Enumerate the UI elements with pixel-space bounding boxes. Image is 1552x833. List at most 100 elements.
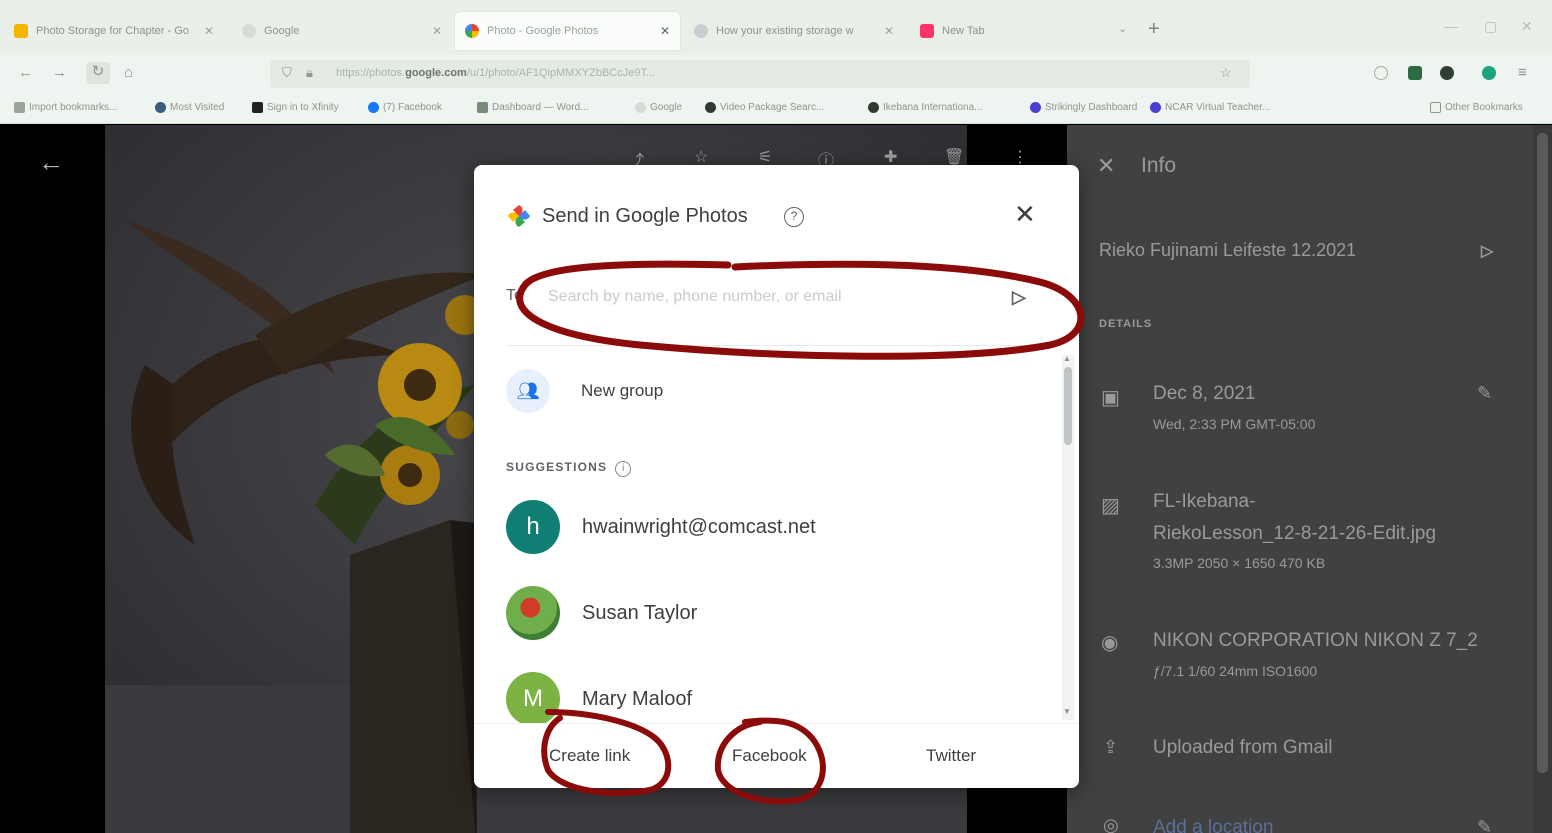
menu-icon[interactable]: ≡ bbox=[1518, 64, 1527, 81]
edit-location-icon[interactable]: ✎ bbox=[1477, 817, 1492, 833]
bookmark-item[interactable]: NCAR Virtual Teacher... bbox=[1150, 102, 1270, 113]
info-scrollbar[interactable] bbox=[1533, 125, 1552, 833]
dialog-scrollbar-thumb[interactable] bbox=[1064, 367, 1072, 445]
new-group-item[interactable]: 👥︎ New group bbox=[506, 369, 663, 413]
import-icon bbox=[14, 102, 25, 113]
back-arrow-icon[interactable]: ← bbox=[38, 147, 64, 178]
more-options-icon[interactable]: ⋮ bbox=[1012, 147, 1028, 167]
url-text: https://photos.google.com/u/1/photo/AF1Q… bbox=[336, 67, 656, 79]
details-label: DETAILS bbox=[1099, 318, 1153, 330]
google-photos-icon bbox=[465, 24, 479, 38]
extension-icon[interactable] bbox=[1482, 66, 1496, 80]
close-tab-icon[interactable]: ✕ bbox=[652, 24, 670, 38]
maximize-icon[interactable]: ▢ bbox=[1484, 18, 1497, 35]
contacts-icon[interactable]: ▷ bbox=[1481, 241, 1493, 261]
favorite-icon[interactable]: ☆ bbox=[694, 147, 708, 167]
info-title: Info bbox=[1141, 154, 1177, 177]
bookmark-item[interactable]: Dashboard — Word... bbox=[477, 102, 589, 113]
close-tab-icon[interactable]: ✕ bbox=[196, 24, 214, 38]
suggestions-heading: SUGGESTIONS i bbox=[506, 460, 632, 477]
address-bar[interactable]: ⛉ 🔒︎ https://photos.google.com/u/1/photo… bbox=[270, 60, 1250, 88]
google-icon bbox=[242, 24, 256, 38]
new-tab-button[interactable]: + bbox=[1148, 18, 1160, 41]
delete-icon[interactable]: 🗑︎ bbox=[944, 147, 964, 167]
bookmark-item[interactable]: Ikebana Internationa... bbox=[868, 102, 983, 113]
scroll-down-icon[interactable]: ▼ bbox=[1063, 707, 1071, 716]
edit-pencil-icon[interactable]: ✎ bbox=[1477, 383, 1492, 404]
bookmark-item[interactable]: Most Visited bbox=[155, 102, 224, 113]
bookmark-item[interactable]: Video Package Searc... bbox=[705, 102, 824, 113]
photo-date: Dec 8, 2021 bbox=[1153, 383, 1256, 404]
camera-aperture-icon: ◉ bbox=[1101, 632, 1119, 654]
dashboard-icon bbox=[477, 102, 488, 113]
lock-icon: 🔒︎ bbox=[306, 65, 313, 80]
forward-icon[interactable]: → bbox=[52, 64, 67, 81]
contacts-picker-icon[interactable]: ▷ bbox=[1012, 287, 1026, 308]
calendar-icon: ▣ bbox=[1101, 387, 1120, 409]
bookmark-item[interactable]: Import bookmarks... bbox=[14, 102, 117, 113]
browser-tab[interactable]: Photo Storage for Chapter - Go ✕ bbox=[4, 12, 224, 50]
browser-tab[interactable]: How your existing storage w ✕ bbox=[684, 12, 904, 50]
avatar: h bbox=[506, 500, 560, 554]
browser-tab-active[interactable]: Photo - Google Photos ✕ bbox=[455, 12, 680, 50]
camera-model: NIKON CORPORATION NIKON Z 7_2 bbox=[1153, 630, 1478, 651]
browser-tab[interactable]: New Tab bbox=[910, 12, 1110, 50]
new-tab-icon bbox=[920, 24, 934, 38]
create-link-button[interactable]: Create link bbox=[549, 746, 630, 766]
camera-meta: ƒ/7.1 1/60 24mm ISO1600 bbox=[1153, 663, 1318, 679]
bookmark-item[interactable]: (7) Facebook bbox=[368, 102, 442, 113]
bookmark-item[interactable]: Strikingly Dashboard bbox=[1030, 102, 1137, 113]
photo-description[interactable]: Rieko Fujinami Leifeste 12.2021 bbox=[1099, 240, 1356, 261]
add-group-icon: 👥︎ bbox=[506, 369, 550, 413]
facebook-share-button[interactable]: Facebook bbox=[732, 746, 807, 766]
bookmark-item[interactable]: Sign in to Xfinity bbox=[252, 102, 339, 113]
google-icon bbox=[694, 24, 708, 38]
dialog-scrollbar[interactable]: ▲ ▼ bbox=[1062, 354, 1074, 720]
info-icon[interactable]: i bbox=[615, 461, 632, 477]
zoom-icon[interactable]: ✚ bbox=[884, 147, 897, 167]
info-scrollbar-thumb[interactable] bbox=[1537, 133, 1548, 773]
home-icon[interactable]: ⌂ bbox=[124, 64, 133, 81]
close-tab-icon[interactable]: ✕ bbox=[876, 24, 894, 38]
bookmark-item[interactable]: Google bbox=[635, 102, 682, 113]
bookmark-star-icon[interactable]: ☆ bbox=[1220, 65, 1232, 81]
pocket-icon[interactable] bbox=[1374, 66, 1388, 80]
close-window-icon[interactable]: ✕ bbox=[1521, 18, 1533, 35]
sunflower bbox=[378, 343, 462, 427]
globe-icon bbox=[705, 102, 716, 113]
contact-item[interactable]: Susan Taylor bbox=[506, 586, 697, 640]
close-dialog-icon[interactable]: ✕ bbox=[1014, 201, 1036, 227]
slides-icon bbox=[14, 24, 28, 38]
recipient-search-input[interactable] bbox=[548, 281, 968, 313]
help-icon[interactable]: ? bbox=[784, 207, 804, 227]
contact-item[interactable]: h hwainwright@comcast.net bbox=[506, 500, 816, 554]
ncar-icon bbox=[1150, 102, 1161, 113]
send-dialog: Send in Google Photos ? ✕ To ▷ 👥︎ New gr… bbox=[474, 165, 1079, 788]
extension-icon[interactable] bbox=[1440, 66, 1454, 80]
extension-icon[interactable] bbox=[1408, 66, 1422, 80]
contact-item[interactable]: M Mary Maloof bbox=[506, 672, 692, 726]
browser-nav-bar: ← → ↻ ⌂ ⛉ 🔒︎ https://photos.google.com/u… bbox=[0, 55, 1552, 93]
image-icon: ▨ bbox=[1101, 495, 1120, 517]
google-photos-logo-icon bbox=[508, 205, 530, 227]
avatar: M bbox=[506, 672, 560, 726]
add-location-link[interactable]: Add a location bbox=[1153, 817, 1273, 833]
close-tab-icon[interactable]: ✕ bbox=[424, 24, 442, 38]
minimize-icon[interactable]: — bbox=[1444, 18, 1458, 34]
tab-list-dropdown-icon[interactable]: ⌄ bbox=[1118, 22, 1127, 35]
file-name-line1: FL-Ikebana- bbox=[1153, 491, 1256, 512]
file-meta: 3.3MP 2050 × 1650 470 KB bbox=[1153, 555, 1326, 571]
other-bookmarks[interactable]: Other Bookmarks bbox=[1430, 102, 1523, 113]
reload-icon[interactable]: ↻ bbox=[86, 62, 110, 84]
gear-icon bbox=[155, 102, 166, 113]
folder-icon bbox=[1430, 102, 1441, 113]
upload-icon: ⇪ bbox=[1103, 737, 1119, 757]
uploaded-from: Uploaded from Gmail bbox=[1153, 737, 1333, 758]
edit-icon[interactable]: ⚟ bbox=[758, 147, 772, 167]
scroll-up-icon[interactable]: ▲ bbox=[1063, 354, 1071, 363]
close-info-icon[interactable]: ✕ bbox=[1097, 153, 1115, 179]
back-icon[interactable]: ← bbox=[18, 64, 33, 81]
browser-tab[interactable]: Google ✕ bbox=[232, 12, 452, 50]
twitter-share-button[interactable]: Twitter bbox=[926, 746, 976, 766]
photo-time: Wed, 2:33 PM GMT-05:00 bbox=[1153, 416, 1316, 432]
